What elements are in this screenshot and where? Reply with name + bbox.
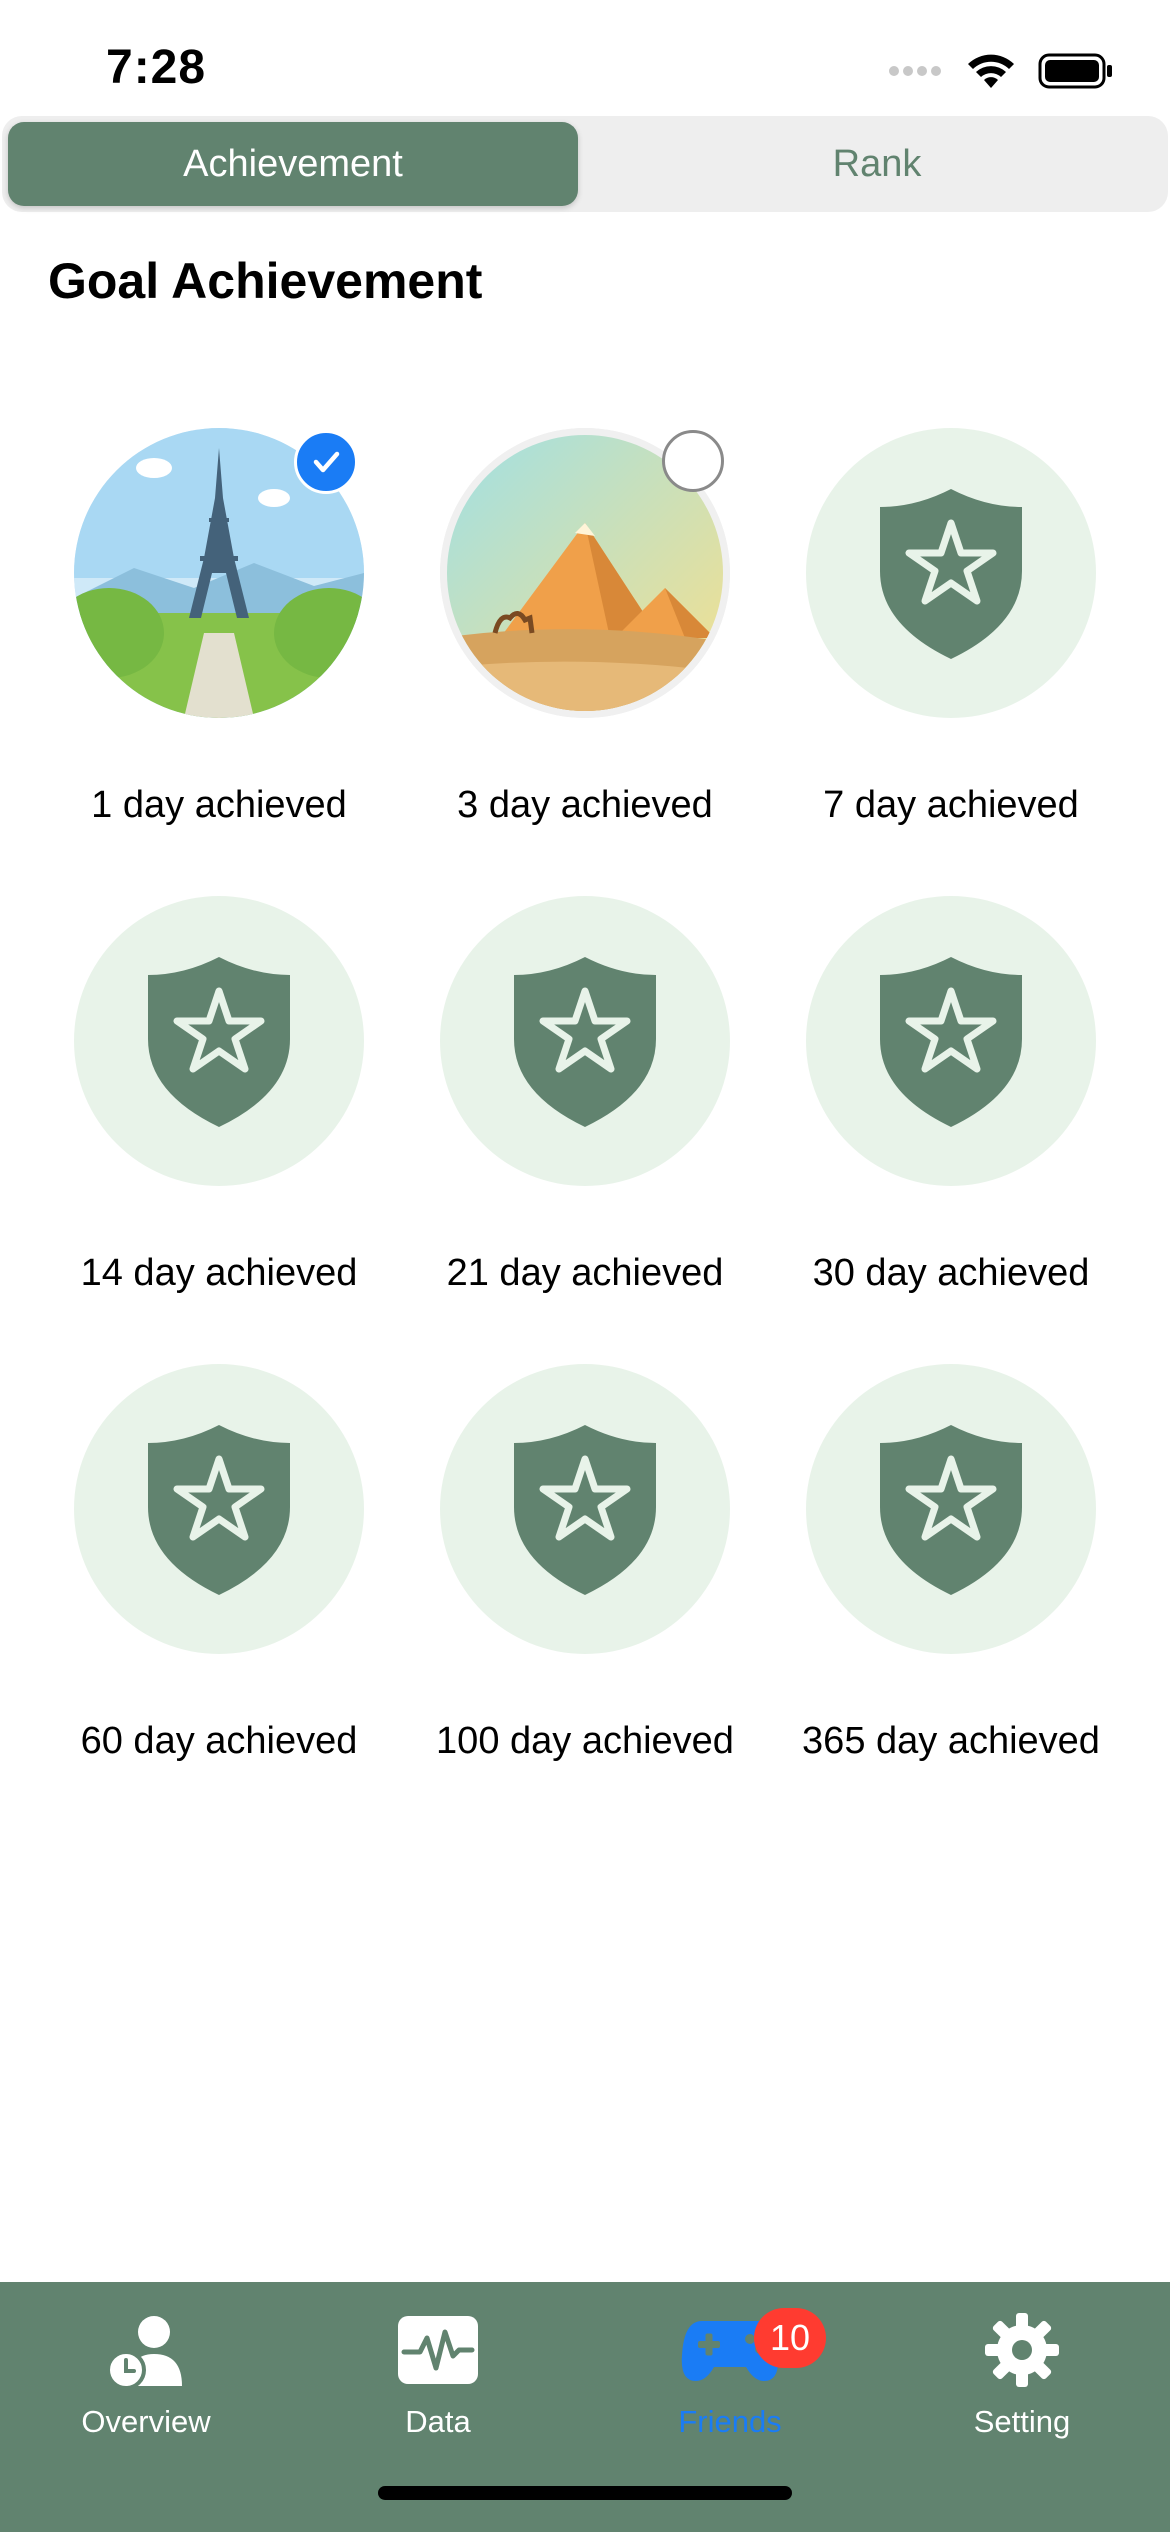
status-time: 7:28 <box>106 41 207 94</box>
achievement-label: 100 day achieved <box>436 1720 734 1762</box>
achievement-item-14-day[interactable]: 14 day achieved <box>36 896 402 1364</box>
page-title: Goal Achievement <box>48 253 483 309</box>
gear-icon <box>983 2302 1061 2398</box>
tab-data[interactable]: Data <box>292 2302 584 2452</box>
achievement-item-3-day[interactable]: 3 day achieved <box>402 428 768 896</box>
home-indicator[interactable] <box>378 2486 792 2500</box>
achievement-label: 30 day achieved <box>812 1252 1090 1294</box>
status-bar: 7:28 <box>0 0 1170 110</box>
achievement-badge[interactable] <box>806 428 1096 718</box>
achievement-badge[interactable] <box>806 1364 1096 1654</box>
tab-setting[interactable]: Setting <box>876 2302 1168 2452</box>
achievement-item-30-day[interactable]: 30 day achieved <box>768 896 1134 1364</box>
achievement-badge[interactable] <box>74 1364 364 1654</box>
selected-check-icon <box>294 430 358 494</box>
shield-star-icon <box>148 1425 290 1595</box>
achievement-badge[interactable] <box>440 1364 730 1654</box>
achievement-label: 7 day achieved <box>823 784 1079 826</box>
achievement-label: 3 day achieved <box>457 784 713 826</box>
status-icons <box>888 52 1114 95</box>
shield-star-icon <box>514 957 656 1127</box>
achievement-badge[interactable] <box>74 896 364 1186</box>
achievement-badge[interactable] <box>806 896 1096 1186</box>
tab-achievement[interactable]: Achievement <box>8 122 578 206</box>
achievement-badge[interactable] <box>74 428 364 718</box>
achievement-item-100-day[interactable]: 100 day achieved <box>402 1364 768 1832</box>
tab-label: Overview <box>81 2404 211 2439</box>
achievement-item-7-day[interactable]: 7 day achieved <box>768 428 1134 896</box>
achievement-screen: 7:28 Achievement Rank Goal Achievement 1… <box>0 0 1170 2532</box>
achievement-label: 21 day achieved <box>446 1252 724 1294</box>
shield-star-icon <box>880 489 1022 659</box>
activity-chart-icon <box>396 2302 480 2398</box>
wifi-icon <box>966 52 1016 95</box>
cellular-signal-icon <box>888 64 944 83</box>
achievement-badge[interactable] <box>440 428 730 718</box>
person-clock-icon <box>106 2302 186 2398</box>
tab-rank[interactable]: Rank <box>592 122 1162 206</box>
tab-overview[interactable]: Overview <box>0 2302 292 2452</box>
achievement-label: 365 day achieved <box>802 1720 1100 1762</box>
tab-label: Setting <box>973 2404 1071 2439</box>
tab-friends[interactable]: Friends 10 <box>584 2302 876 2452</box>
achievement-item-1-day[interactable]: 1 day achieved <box>36 428 402 896</box>
shield-star-icon <box>514 1425 656 1595</box>
tab-label: Data <box>405 2404 471 2439</box>
unselected-radio-icon <box>662 430 724 492</box>
achievement-label: 1 day achieved <box>91 784 347 826</box>
segmented-control: Achievement Rank <box>2 116 1168 212</box>
achievement-item-60-day[interactable]: 60 day achieved <box>36 1364 402 1832</box>
achievement-item-21-day[interactable]: 21 day achieved <box>402 896 768 1364</box>
battery-icon <box>1038 53 1114 94</box>
achievement-label: 60 day achieved <box>80 1720 358 1762</box>
shield-star-icon <box>880 957 1022 1127</box>
achievement-label: 14 day achieved <box>80 1252 358 1294</box>
shield-star-icon <box>148 957 290 1127</box>
shield-star-icon <box>880 1425 1022 1595</box>
tab-bar: Overview Data Friends 10 Setting <box>0 2282 1170 2532</box>
achievement-badge[interactable] <box>440 896 730 1186</box>
achievement-item-365-day[interactable]: 365 day achieved <box>768 1364 1134 1832</box>
notification-badge: 10 <box>754 2308 826 2368</box>
tab-label: Friends <box>678 2404 782 2439</box>
